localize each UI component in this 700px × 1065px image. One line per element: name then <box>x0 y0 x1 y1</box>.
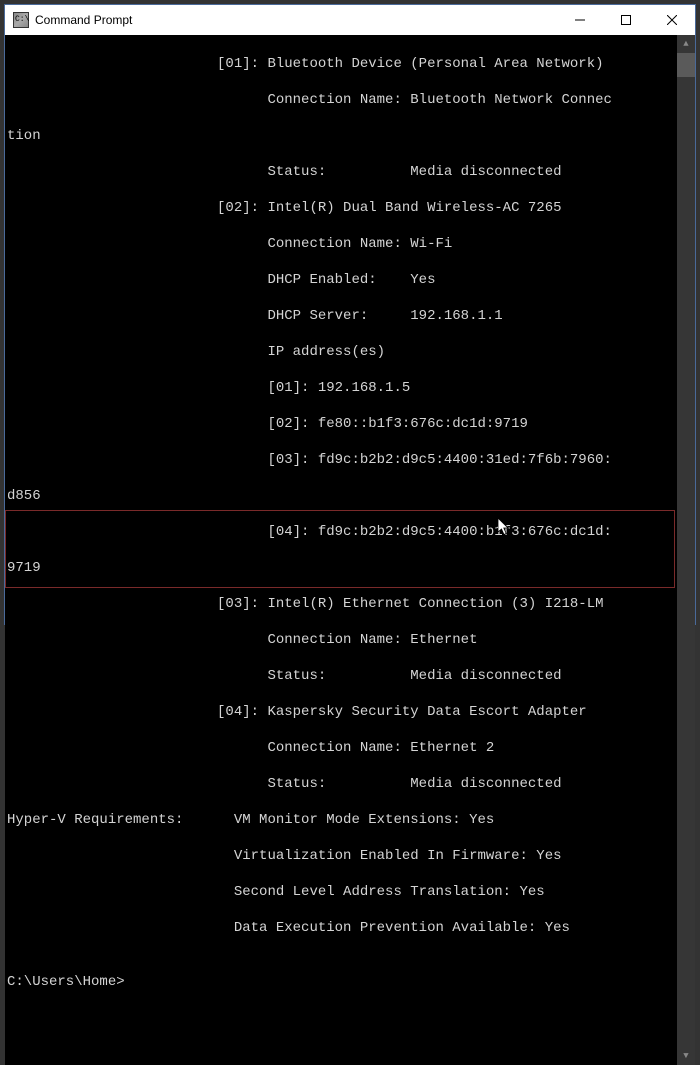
chevron-up-icon: ▲ <box>683 39 688 49</box>
output-line: Connection Name: Wi-Fi <box>7 235 677 253</box>
scroll-up-button[interactable]: ▲ <box>677 35 695 53</box>
output-line: d856 <box>7 487 677 505</box>
output-line: [04]: fd9c:b2b2:d9c5:4400:b1f3:676c:dc1d… <box>7 523 677 541</box>
close-button[interactable] <box>649 5 695 35</box>
output-line: [04]: Kaspersky Security Data Escort Ada… <box>7 703 677 721</box>
prompt-line: C:\Users\Home> <box>7 973 677 991</box>
titlebar[interactable]: C:\ Command Prompt <box>5 5 695 35</box>
output-line: Status: Media disconnected <box>7 163 677 181</box>
chevron-down-icon: ▼ <box>683 1051 688 1061</box>
output-line: 9719 <box>7 559 677 577</box>
output-line: Hyper-V Requirements: VM Monitor Mode Ex… <box>7 811 677 829</box>
window-title: Command Prompt <box>35 13 557 27</box>
scroll-down-button[interactable]: ▼ <box>677 1047 695 1065</box>
output-line: Connection Name: Ethernet 2 <box>7 739 677 757</box>
output-line: Connection Name: Bluetooth Network Conne… <box>7 91 677 109</box>
output-line: Status: Media disconnected <box>7 775 677 793</box>
output-line: [02]: Intel(R) Dual Band Wireless-AC 726… <box>7 199 677 217</box>
content-area: [01]: Bluetooth Device (Personal Area Ne… <box>5 35 695 1065</box>
vertical-scrollbar[interactable]: ▲ ▼ <box>677 35 695 1065</box>
output-line: Connection Name: Ethernet <box>7 631 677 649</box>
output-line: tion <box>7 127 677 145</box>
window-controls <box>557 5 695 35</box>
output-line: [02]: fe80::b1f3:676c:dc1d:9719 <box>7 415 677 433</box>
output-line: DHCP Server: 192.168.1.1 <box>7 307 677 325</box>
output-line: DHCP Enabled: Yes <box>7 271 677 289</box>
cmd-icon: C:\ <box>13 12 29 28</box>
output-line: [03]: Intel(R) Ethernet Connection (3) I… <box>7 595 677 613</box>
output-line: Status: Media disconnected <box>7 667 677 685</box>
scroll-thumb[interactable] <box>677 53 695 77</box>
output-line: Second Level Address Translation: Yes <box>7 883 677 901</box>
highlight-annotation <box>5 510 675 588</box>
command-prompt-window: C:\ Command Prompt [01]: Bluetooth Devic… <box>4 4 696 625</box>
console-output[interactable]: [01]: Bluetooth Device (Personal Area Ne… <box>5 35 677 1065</box>
output-line: [01]: Bluetooth Device (Personal Area Ne… <box>7 55 677 73</box>
minimize-button[interactable] <box>557 5 603 35</box>
output-line: [01]: 192.168.1.5 <box>7 379 677 397</box>
output-line: [03]: fd9c:b2b2:d9c5:4400:31ed:7f6b:7960… <box>7 451 677 469</box>
output-line: Virtualization Enabled In Firmware: Yes <box>7 847 677 865</box>
output-line: Data Execution Prevention Available: Yes <box>7 919 677 937</box>
output-line: IP address(es) <box>7 343 677 361</box>
maximize-button[interactable] <box>603 5 649 35</box>
